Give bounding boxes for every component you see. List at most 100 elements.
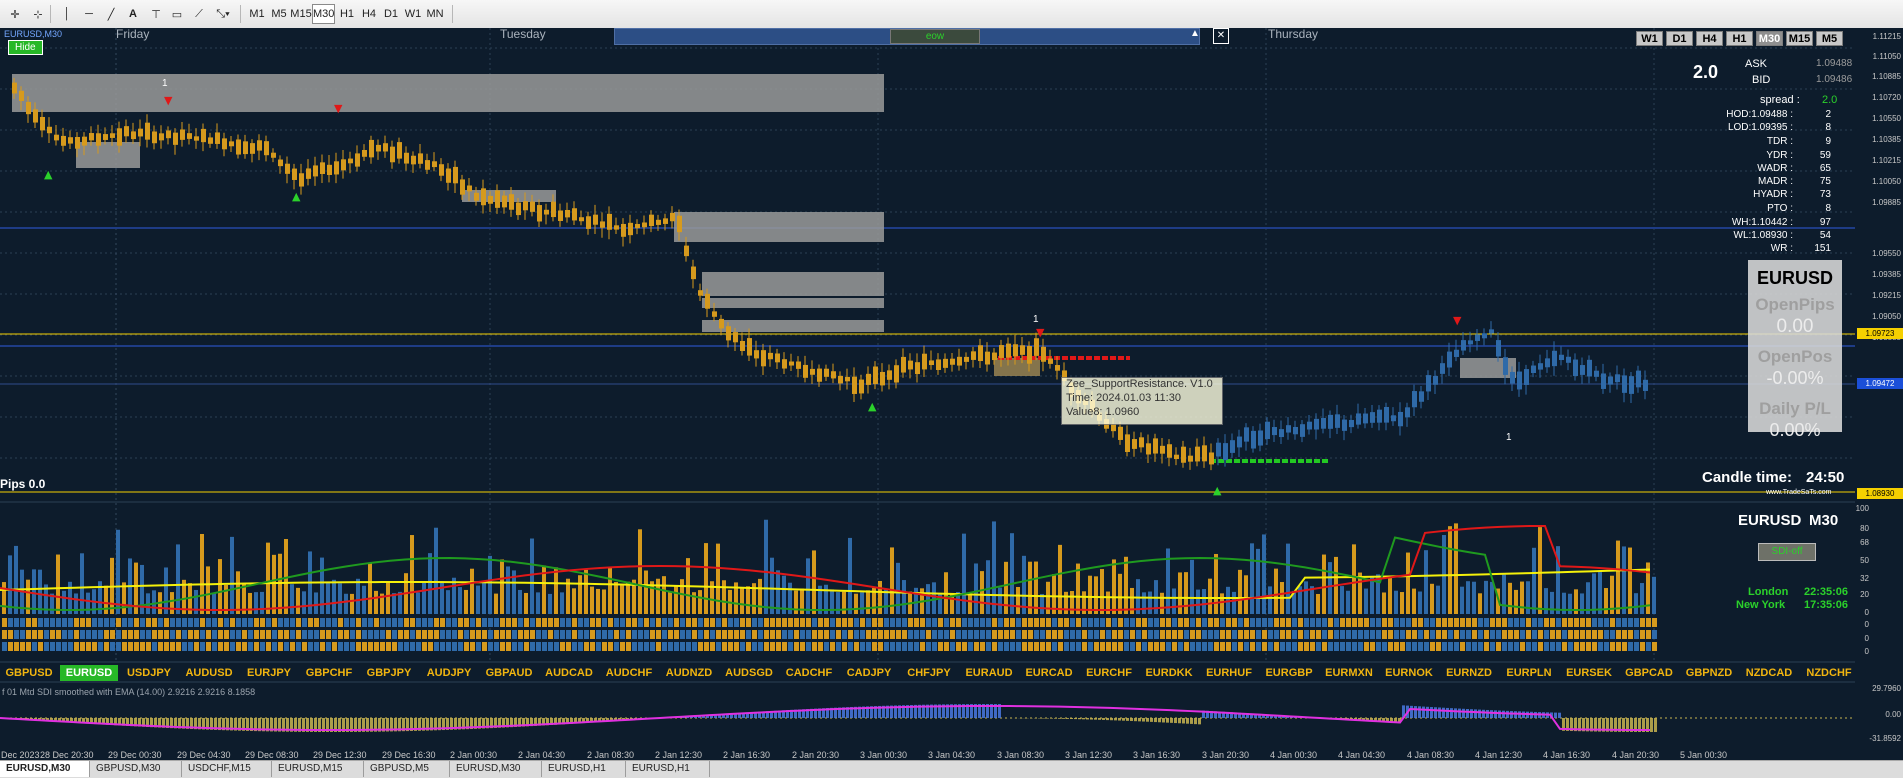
tf-button-m30[interactable]: M30 <box>1756 31 1783 46</box>
strength-cell <box>1358 642 1363 651</box>
timeframe-d1[interactable]: D1 <box>380 4 402 24</box>
pair-button-cadchf[interactable]: CADCHF <box>780 665 838 681</box>
pair-button-audcad[interactable]: AUDCAD <box>540 665 598 681</box>
pair-button-gbpnzd[interactable]: GBPNZD <box>1680 665 1738 681</box>
tf-button-m5[interactable]: M5 <box>1816 31 1843 46</box>
doc-tab[interactable]: EURUSD,H1 <box>542 761 626 777</box>
timeframe-m1[interactable]: M1 <box>246 4 268 24</box>
pair-button-eurhuf[interactable]: EURHUF <box>1200 665 1258 681</box>
strength-cell <box>86 630 91 639</box>
stat-value: 9 <box>1825 136 1831 147</box>
timeframe-h1[interactable]: H1 <box>336 4 358 24</box>
histogram-bar <box>584 570 588 614</box>
cursor-tool-icon[interactable]: ⊹ <box>27 4 49 24</box>
pair-button-gbpusd[interactable]: GBPUSD <box>0 665 58 681</box>
pair-button-eurjpy[interactable]: EURJPY <box>240 665 298 681</box>
pair-button-gbpjpy[interactable]: GBPJPY <box>360 665 418 681</box>
timeframe-m30[interactable]: M30 <box>312 4 335 24</box>
shapes-dropdown-icon[interactable]: ⤡▾ <box>210 4 236 24</box>
time-axis-label: 28 Dec 20:30 <box>40 750 94 760</box>
indicator-axis-label: 80 <box>1860 524 1869 533</box>
hide-button[interactable]: Hide <box>8 40 43 55</box>
timeframe-m5[interactable]: M5 <box>268 4 290 24</box>
histogram-bar <box>410 535 414 614</box>
tf-button-d1[interactable]: D1 <box>1666 31 1693 46</box>
timeframe-mn[interactable]: MN <box>424 4 446 24</box>
doc-tab[interactable]: USDCHF,M15 <box>182 761 272 777</box>
strength-cell <box>1004 618 1009 627</box>
rectangle-tool-icon[interactable]: ▭ <box>166 4 188 24</box>
sdi-off-button[interactable]: SDI-off <box>1758 543 1816 561</box>
tf-button-h1[interactable]: H1 <box>1726 31 1753 46</box>
time-axis-label: 2 Jan 16:30 <box>723 750 770 760</box>
pair-button-eurcad[interactable]: EURCAD <box>1020 665 1078 681</box>
histogram-bar <box>272 555 276 614</box>
pair-button-cadjpy[interactable]: CADJPY <box>840 665 898 681</box>
doc-tab[interactable]: EURUSD,M15 <box>272 761 364 777</box>
doc-tab[interactable]: GBPUSD,M30 <box>90 761 182 777</box>
text-label-icon[interactable]: ⊤ <box>145 4 167 24</box>
tf-button-h4[interactable]: H4 <box>1696 31 1723 46</box>
doc-tab[interactable]: GBPUSD,M5 <box>364 761 450 777</box>
strength-cell <box>320 618 325 627</box>
pair-button-eurusd[interactable]: EURUSD <box>60 665 118 681</box>
timeframe-h4[interactable]: H4 <box>358 4 380 24</box>
trendline-icon[interactable]: ╱ <box>100 4 122 24</box>
pair-button-nzdcad[interactable]: NZDCAD <box>1740 665 1798 681</box>
timeframe-w1[interactable]: W1 <box>402 4 424 24</box>
pair-button-gbpaud[interactable]: GBPAUD <box>480 665 538 681</box>
strength-cell <box>476 642 481 651</box>
pair-button-audjpy[interactable]: AUDJPY <box>420 665 478 681</box>
strength-cell <box>248 618 253 627</box>
doc-tab[interactable]: EURUSD,H1 <box>626 761 710 777</box>
time-axis-label: 29 Dec 00:30 <box>108 750 162 760</box>
fibonacci-icon[interactable]: ⟋ <box>188 4 210 24</box>
pair-button-eursek[interactable]: EURSEK <box>1560 665 1618 681</box>
pair-button-eurchf[interactable]: EURCHF <box>1080 665 1138 681</box>
strength-cell <box>1082 642 1087 651</box>
pair-button-audsgd[interactable]: AUDSGD <box>720 665 778 681</box>
strength-cell <box>1028 642 1033 651</box>
pair-button-audusd[interactable]: AUDUSD <box>180 665 238 681</box>
pair-button-eurpln[interactable]: EURPLN <box>1500 665 1558 681</box>
time-axis-label: 4 Jan 08:30 <box>1407 750 1454 760</box>
pair-button-eurmxn[interactable]: EURMXN <box>1320 665 1378 681</box>
close-icon[interactable]: ✕ <box>1213 28 1229 44</box>
strength-cell <box>326 618 331 627</box>
pair-button-eurdkk[interactable]: EURDKK <box>1140 665 1198 681</box>
pair-button-eurgbp[interactable]: EURGBP <box>1260 665 1318 681</box>
horizontal-line-icon[interactable]: ─ <box>78 4 100 24</box>
doc-tab[interactable]: EURUSD,M30 <box>450 761 542 777</box>
text-tool-icon[interactable]: A <box>122 4 144 24</box>
tf-button-w1[interactable]: W1 <box>1636 31 1663 46</box>
pair-button-nzdchf[interactable]: NZDCHF <box>1800 665 1858 681</box>
strength-cell <box>1340 642 1345 651</box>
strength-cell <box>1334 630 1339 639</box>
pair-button-eurnzd[interactable]: EURNZD <box>1440 665 1498 681</box>
pair-button-euraud[interactable]: EURAUD <box>960 665 1018 681</box>
strength-cell <box>524 618 529 627</box>
pair-button-usdjpy[interactable]: USDJPY <box>120 665 178 681</box>
price-chart[interactable]: ▲▲▲▲▼▼▼▼ EURUSD,M30 Hide Friday Tuesday … <box>0 28 1903 760</box>
strength-cell <box>962 642 967 651</box>
vertical-line-icon[interactable]: │ <box>56 4 78 24</box>
collapse-arrow-icon[interactable]: ▲ <box>1190 28 1200 39</box>
timeframe-m15[interactable]: M15 <box>290 4 312 24</box>
pair-button-audnzd[interactable]: AUDNZD <box>660 665 718 681</box>
crosshair-tool-icon[interactable]: ✛ <box>4 4 26 24</box>
sdi-bar <box>1066 718 1069 719</box>
london-label: London <box>1748 586 1788 598</box>
strength-cell <box>1358 618 1363 627</box>
candle-body <box>663 218 668 224</box>
doc-tab[interactable]: EURUSD,M30 <box>0 761 90 777</box>
time-axis-label: 29 Dec 12:30 <box>313 750 367 760</box>
strength-cell <box>1244 618 1249 627</box>
pair-button-audchf[interactable]: AUDCHF <box>600 665 658 681</box>
strength-cell <box>986 642 991 651</box>
pair-button-gbpcad[interactable]: GBPCAD <box>1620 665 1678 681</box>
pair-button-chfjpy[interactable]: CHFJPY <box>900 665 958 681</box>
strength-cell <box>1634 630 1639 639</box>
pair-button-eurnok[interactable]: EURNOK <box>1380 665 1438 681</box>
tf-button-m15[interactable]: M15 <box>1786 31 1813 46</box>
pair-button-gbpchf[interactable]: GBPCHF <box>300 665 358 681</box>
